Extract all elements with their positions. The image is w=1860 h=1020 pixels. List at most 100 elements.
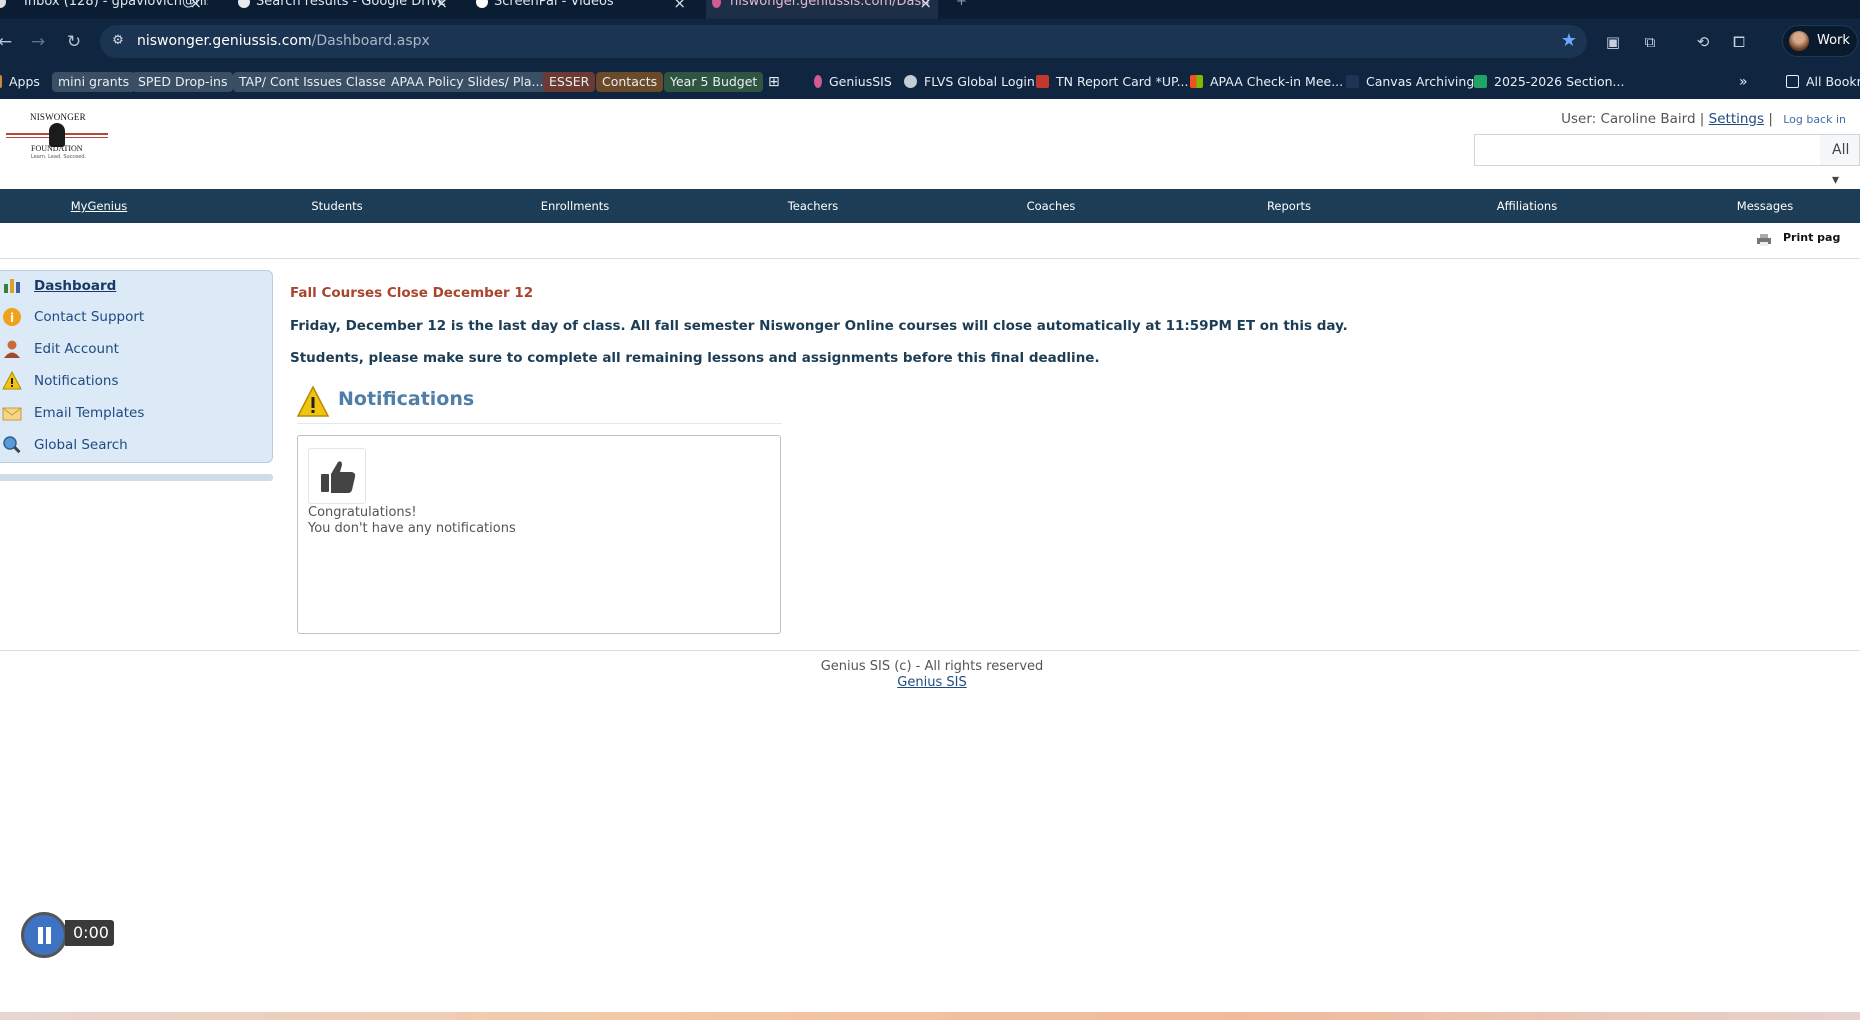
search-icon — [2, 435, 22, 455]
notifications-title: Notifications — [338, 388, 475, 410]
browser-tab-title: ScreenPal - Videos — [494, 0, 614, 9]
announcement-paragraph: Students, please make sure to complete a… — [290, 350, 1100, 366]
bookmark-contacts[interactable]: Contacts — [596, 72, 664, 92]
bookmark-apaa-policy-slides[interactable]: APAA Policy Slides/ Pla... — [385, 72, 550, 92]
notification-message-body: You don't have any notifications — [308, 521, 516, 536]
svg-text:i: i — [10, 311, 14, 325]
browser-tab[interactable]: Search results - Google Drive × — [232, 0, 454, 19]
folder-icon — [1786, 75, 1799, 88]
sidebar-item-label: Dashboard — [34, 278, 117, 294]
tab-search-icon[interactable]: ⧠ — [1729, 32, 1749, 52]
sidebar-item-label: Email Templates — [34, 405, 145, 421]
sidebar-item-label: Notifications — [34, 373, 119, 389]
sidebar-footer-bar — [0, 474, 273, 481]
bookmark-tap-cont-issues[interactable]: TAP/ Cont Issues Classes — [233, 72, 400, 92]
search-scope-select[interactable]: All ▾ — [1820, 134, 1860, 188]
history-icon[interactable]: ⟲ — [1693, 32, 1713, 52]
nav-item-messages[interactable]: Messages — [1695, 189, 1835, 223]
thumbs-up-card — [308, 448, 366, 504]
forward-arrow-icon[interactable]: → — [27, 31, 49, 53]
geniussis-icon — [712, 0, 721, 8]
nav-item-enrollments[interactable]: Enrollments — [505, 189, 645, 223]
profile-button[interactable]: Work — [1782, 25, 1858, 57]
footer-copyright: Genius SIS (c) - All rights reserved — [820, 659, 1044, 674]
bookmark-sped-drop-ins[interactable]: SPED Drop-ins — [132, 72, 234, 92]
geniussis-icon — [814, 75, 822, 88]
bookmark-flvs-global-login[interactable]: FLVS Global Login — [904, 72, 1035, 92]
announcement-title: Fall Courses Close December 12 — [290, 285, 534, 301]
sidebar-item-dashboard[interactable]: Dashboard — [0, 273, 272, 299]
niswonger-logo[interactable]: NISWONGER FOUNDATION Learn. Lead. Succee… — [6, 111, 108, 163]
settings-link[interactable]: Settings — [1709, 111, 1764, 127]
nav-item-teachers[interactable]: Teachers — [743, 189, 883, 223]
address-bar[interactable]: ⚙ niswonger.geniussis.com/Dashboard.aspx… — [100, 25, 1587, 58]
footer-link-genius-sis: Genius SIS — [897, 675, 967, 690]
notification-message-title: Congratulations! — [308, 505, 417, 520]
close-icon[interactable]: × — [919, 0, 932, 13]
browser-toolbar: ← → ↻ ⚙ niswonger.geniussis.com/Dashboar… — [0, 19, 1860, 65]
close-icon[interactable]: × — [189, 0, 202, 13]
browser-tab[interactable]: Inbox (128) - gpavlovich@nisw × — [0, 0, 208, 19]
main-nav: MyGenius Students Enrollments Teachers C… — [0, 189, 1860, 223]
bookmarks-bar: Apps mini grants SPED Drop-ins TAP/ Cont… — [0, 65, 1860, 99]
drive-icon — [238, 0, 250, 8]
gmail-icon — [0, 0, 6, 8]
bookmark-tn-report-card[interactable]: TN Report Card *UP... — [1036, 72, 1189, 92]
bookmark-all-bookmarks[interactable]: All Bookm — [1786, 72, 1860, 92]
more-bookmarks-icon[interactable]: » — [1739, 72, 1748, 92]
warning-icon — [2, 370, 22, 391]
print-page-link[interactable]: Print pag — [1757, 231, 1840, 246]
dashboard-icon — [2, 276, 22, 296]
sidebar-item-contact-support[interactable]: i Contact Support — [0, 304, 272, 330]
globe-icon — [904, 75, 917, 88]
bookmark-2025-2026-section[interactable]: 2025-2026 Section... — [1474, 72, 1624, 92]
site-info-icon[interactable]: ⚙ — [110, 33, 126, 49]
user-icon — [2, 339, 22, 359]
back-arrow-icon[interactable]: ← — [0, 31, 16, 53]
extension-icon[interactable]: ▣ — [1603, 32, 1623, 52]
browser-tab[interactable]: ScreenPal - Videos × — [470, 0, 692, 19]
sidebar-item-email-templates[interactable]: Email Templates — [0, 400, 272, 426]
nav-item-students[interactable]: Students — [267, 189, 407, 223]
print-bar: Print pag — [0, 223, 1860, 259]
info-icon: i — [2, 307, 22, 327]
profile-label: Work — [1817, 33, 1850, 48]
bookmark-mini-grants[interactable]: mini grants — [52, 72, 136, 92]
user-area: User: Caroline Baird | Settings | Log ba… — [1561, 111, 1846, 127]
nav-item-mygenius[interactable]: MyGenius — [29, 189, 169, 223]
grid-icon[interactable]: ⊞ — [768, 72, 780, 92]
sidebar-item-edit-account[interactable]: Edit Account — [0, 336, 272, 362]
apps-grid-icon — [0, 75, 2, 88]
thumbs-up-icon — [321, 461, 356, 493]
sheets-icon — [1474, 75, 1487, 88]
browser-tab-strip: Inbox (128) - gpavlovich@nisw × Search r… — [0, 0, 1860, 19]
bookmark-esser[interactable]: ESSER — [543, 72, 596, 92]
pause-button[interactable] — [21, 912, 67, 958]
bookmark-canvas-archiving[interactable]: Canvas Archiving — [1346, 72, 1474, 92]
sidebar-item-notifications[interactable]: Notifications — [0, 368, 272, 394]
bookmark-geniussis[interactable]: GeniusSIS — [814, 72, 892, 92]
bookmark-apaa-check-in[interactable]: APAA Check-in Mee... — [1190, 72, 1343, 92]
reload-icon[interactable]: ↻ — [63, 31, 85, 53]
microsoft-icon — [1190, 75, 1203, 88]
notifications-panel: Congratulations! You don't have any noti… — [297, 435, 781, 634]
bookmark-apps[interactable]: Apps — [0, 72, 40, 92]
browser-tab-active[interactable]: niswonger.geniussis.com/Dash × — [706, 0, 938, 19]
close-icon[interactable]: × — [673, 0, 686, 13]
nav-item-coaches[interactable]: Coaches — [981, 189, 1121, 223]
avatar — [1789, 31, 1809, 51]
close-icon[interactable]: × — [435, 0, 448, 13]
new-tab-button[interactable]: + — [950, 0, 974, 19]
sidebar-item-global-search[interactable]: Global Search — [0, 432, 272, 458]
bookmark-year-5-budget[interactable]: Year 5 Budget — [664, 72, 764, 92]
puzzle-extensions-icon[interactable]: ⧉ — [1640, 32, 1660, 52]
log-back-in-link[interactable]: Log back in — [1783, 113, 1846, 126]
header-search-input[interactable] — [1474, 134, 1821, 166]
screenpal-icon — [476, 0, 488, 8]
announcement-paragraph: Friday, December 12 is the last day of c… — [290, 318, 1348, 334]
nav-item-affiliations[interactable]: Affiliations — [1457, 189, 1597, 223]
sidebar-item-label: Global Search — [34, 437, 128, 453]
bookmark-star-icon[interactable]: ★ — [1561, 30, 1577, 51]
browser-tab-title: Inbox (128) - gpavlovich@nisw — [24, 0, 208, 9]
nav-item-reports[interactable]: Reports — [1219, 189, 1359, 223]
